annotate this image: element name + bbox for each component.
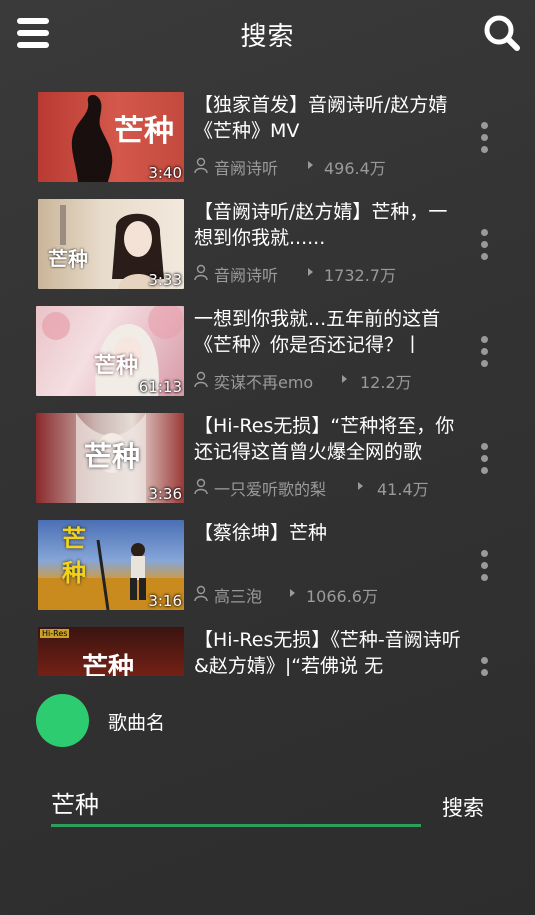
video-thumbnail[interactable]: 芒种 3:36 <box>36 413 184 503</box>
video-duration: 61:13 <box>138 378 182 396</box>
video-title[interactable]: 【蔡徐坤】芒种 <box>194 520 462 546</box>
search-input-underline <box>51 824 421 827</box>
list-item[interactable]: Hi-Res 芒种 【Hi-Res无损】《芒种-音阙诗听&赵方婧》|“若佛说 无 <box>0 619 535 676</box>
search-icon[interactable] <box>483 14 521 52</box>
thumbnail-title-art: 芒种 <box>48 247 88 271</box>
more-options-icon[interactable] <box>476 443 494 477</box>
search-input[interactable] <box>51 780 421 824</box>
thumbnail-title-art: 芒种 <box>62 524 86 587</box>
view-count: 496.4万 <box>324 159 386 178</box>
video-author: 高三泡 <box>214 587 263 606</box>
list-item[interactable]: 芒种 3:33 【音阙诗听/赵方婧】芒种，一想到你我就...... 音阙诗听 1… <box>0 191 535 291</box>
thumbnail-title-art: 芒种 <box>82 653 135 676</box>
search-bar: 搜索 <box>0 780 535 830</box>
list-item[interactable]: 芒种 3:40 【独家首发】音阙诗听/赵方婧《芒种》MV 音阙诗听 496.4万 <box>0 84 535 184</box>
page-title: 搜索 <box>240 22 295 52</box>
now-playing-bar[interactable]: 歌曲名 <box>36 694 476 750</box>
user-icon <box>194 478 208 494</box>
video-meta: 奕谋不再emo 12.2万 <box>194 367 474 392</box>
more-options-icon[interactable] <box>476 550 494 584</box>
view-count: 12.2万 <box>360 373 412 392</box>
video-thumbnail[interactable]: Hi-Res 芒种 <box>38 627 184 676</box>
view-count: 1732.7万 <box>324 266 396 285</box>
view-count: 41.4万 <box>377 480 429 499</box>
video-title[interactable]: 【Hi-Res无损】《芒种-音阙诗听&赵方婧》|“若佛说 无 <box>194 627 462 676</box>
video-title[interactable]: 【音阙诗听/赵方婧】芒种，一想到你我就...... <box>194 199 462 251</box>
song-name: 歌曲名 <box>108 712 166 734</box>
thumbnail-title-art: 芒种 <box>114 114 174 149</box>
video-author: 一只爱听歌的梨 <box>214 480 327 499</box>
play-count-icon <box>342 375 347 383</box>
play-count-icon <box>308 268 313 276</box>
video-thumbnail[interactable]: 芒种 61:13 <box>36 306 184 396</box>
video-title[interactable]: 【独家首发】音阙诗听/赵方婧《芒种》MV <box>194 92 462 144</box>
play-count-icon <box>308 161 313 169</box>
list-item[interactable]: 芒种 3:16 【蔡徐坤】芒种 高三泡 1066.6万 <box>0 512 535 612</box>
video-author: 音阙诗听 <box>214 266 279 285</box>
more-options-icon[interactable] <box>476 657 494 676</box>
video-author: 奕谋不再emo <box>214 373 314 392</box>
video-thumbnail[interactable]: 芒种 3:33 <box>38 199 184 289</box>
video-duration: 3:40 <box>148 164 182 182</box>
album-art-button[interactable] <box>36 694 89 747</box>
search-button[interactable]: 搜索 <box>442 792 484 822</box>
view-count: 1066.6万 <box>306 587 378 606</box>
more-options-icon[interactable] <box>476 122 494 156</box>
top-bar: 搜索 <box>0 0 535 68</box>
thumbnail-title-art: 芒种 <box>84 440 141 473</box>
list-item[interactable]: 芒种 3:36 【Hi-Res无损】“芒种将至，你还记得这首曾火爆全网的歌 一只… <box>0 405 535 505</box>
video-thumbnail[interactable]: 芒种 3:16 <box>38 520 184 610</box>
video-title[interactable]: 一想到你我就...五年前的这首《芒种》你是否还记得？丨 <box>194 306 462 358</box>
user-icon <box>194 264 208 280</box>
hi-res-badge: Hi-Res <box>40 629 70 638</box>
more-options-icon[interactable] <box>476 336 494 370</box>
play-count-icon <box>290 589 295 597</box>
video-thumbnail[interactable]: 芒种 3:40 <box>38 92 184 182</box>
video-meta: 音阙诗听 1732.7万 <box>194 260 474 285</box>
more-options-icon[interactable] <box>476 229 494 263</box>
video-duration: 3:33 <box>148 271 182 289</box>
user-icon <box>194 585 208 601</box>
play-count-icon <box>358 482 363 490</box>
video-meta: 高三泡 1066.6万 <box>194 581 474 606</box>
user-icon <box>194 371 208 387</box>
video-meta: 一只爱听歌的梨 41.4万 <box>194 474 474 499</box>
video-title[interactable]: 【Hi-Res无损】“芒种将至，你还记得这首曾火爆全网的歌 <box>194 413 462 465</box>
video-author: 音阙诗听 <box>214 159 279 178</box>
video-meta: 音阙诗听 496.4万 <box>194 153 474 178</box>
list-item[interactable]: 芒种 61:13 一想到你我就...五年前的这首《芒种》你是否还记得？丨 奕谋不… <box>0 298 535 398</box>
video-duration: 3:16 <box>148 592 182 610</box>
video-duration: 3:36 <box>148 485 182 503</box>
results-list[interactable]: 芒种 3:40 【独家首发】音阙诗听/赵方婧《芒种》MV 音阙诗听 496.4万… <box>0 84 535 676</box>
thumbnail-title-art: 芒种 <box>94 353 139 379</box>
user-icon <box>194 157 208 173</box>
